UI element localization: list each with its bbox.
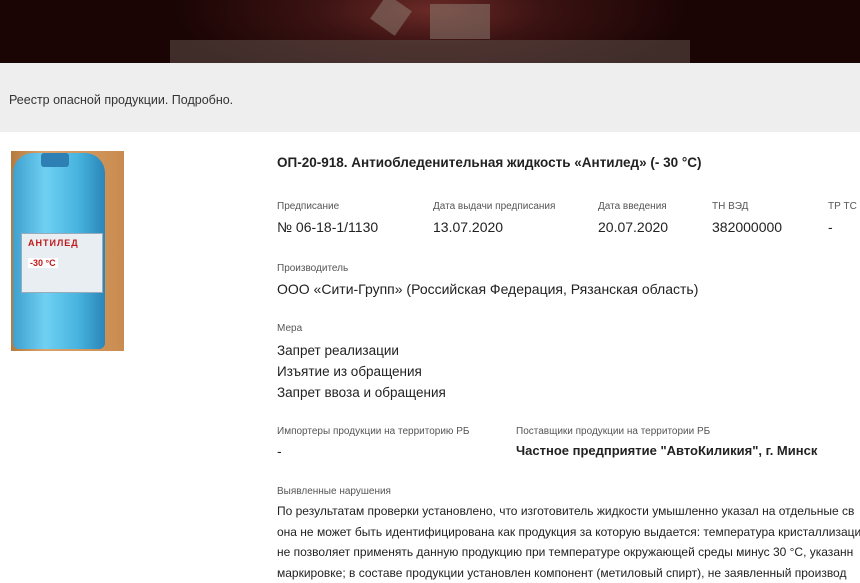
- bottle-cap: [41, 153, 69, 167]
- importers-value: -: [277, 443, 282, 459]
- tr-ts-value: -: [828, 219, 833, 235]
- manufacturer-label: Производитель: [277, 263, 348, 274]
- issue-date-label: Дата выдачи предписания: [433, 201, 555, 212]
- violations-text: По результатам проверки установлено, что…: [277, 501, 860, 583]
- intro-date-label: Дата введения: [598, 201, 667, 212]
- violations-label: Выявленные нарушения: [277, 486, 391, 497]
- violations-line: она не может быть идентифицирована как п…: [277, 522, 860, 543]
- intro-date-value: 20.07.2020: [598, 219, 668, 235]
- tr-ts-label: ТР ТС: [828, 201, 857, 212]
- product-photo[interactable]: АНТИЛЕД -30 °C: [11, 151, 124, 351]
- tn-ved-label: ТН ВЭД: [712, 201, 748, 212]
- measure-label: Мера: [277, 323, 302, 334]
- banner-decoration: [170, 40, 690, 63]
- measure-item: Запрет ввоза и обращения: [277, 382, 446, 403]
- suppliers-value: Частное предприятие "АвтоКиликия", г. Ми…: [516, 443, 817, 458]
- banner-decoration: [370, 0, 412, 36]
- bottle-image: АНТИЛЕД -30 °C: [13, 153, 105, 349]
- tn-ved-value: 382000000: [712, 219, 782, 235]
- violations-line: По результатам проверки установлено, что…: [277, 501, 860, 522]
- prescription-value: № 06-18-1/1130: [277, 219, 378, 235]
- suppliers-label: Поставщики продукции на территории РБ: [516, 426, 710, 437]
- header-banner: [0, 0, 860, 63]
- banner-decoration: [430, 4, 490, 39]
- bottle-temp-text: -30 °C: [28, 258, 58, 268]
- breadcrumb: Реестр опасной продукции. Подробно.: [9, 93, 233, 107]
- manufacturer-value: ООО «Сити-Групп» (Российская Федерация, …: [277, 281, 698, 297]
- prescription-label: Предписание: [277, 201, 339, 212]
- importers-label: Импортеры продукции на территорию РБ: [277, 426, 469, 437]
- measure-list: Запрет реализации Изъятие из обращения З…: [277, 340, 446, 403]
- measure-item: Изъятие из обращения: [277, 361, 446, 382]
- violations-line: не позволяет применять данную продукцию …: [277, 542, 860, 563]
- bottle-label: АНТИЛЕД -30 °C: [21, 233, 103, 293]
- breadcrumb-bar: Реестр опасной продукции. Подробно.: [0, 63, 860, 132]
- measure-item: Запрет реализации: [277, 340, 446, 361]
- issue-date-value: 13.07.2020: [433, 219, 503, 235]
- bottle-brand-text: АНТИЛЕД: [28, 238, 79, 248]
- product-title: ОП-20-918. Антиобледенительная жидкость …: [277, 155, 702, 170]
